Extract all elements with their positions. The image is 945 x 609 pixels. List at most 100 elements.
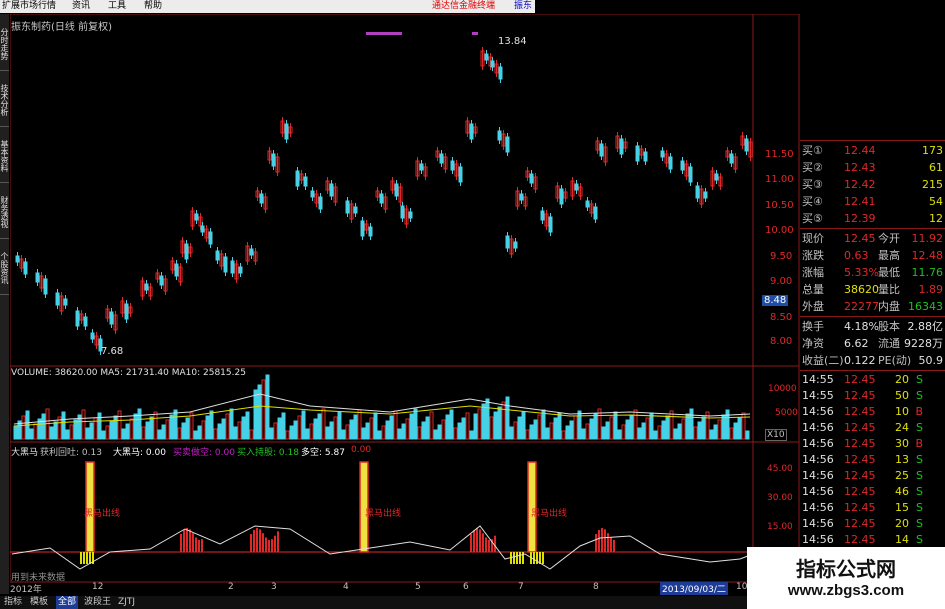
indicator-red-bar [268, 539, 270, 552]
stat-label-2: 今开 [878, 232, 900, 245]
volume-bar [29, 428, 34, 440]
ind-tick-45: 45.00 [767, 464, 793, 474]
buy-level-label: 买④ [802, 195, 823, 208]
indicator-yellow-bar [533, 552, 535, 564]
tab-financial[interactable]: 财务透视 [0, 186, 9, 239]
volume-bar [21, 415, 26, 440]
tab-intraday[interactable]: 分时走势 [0, 18, 9, 71]
indicator-red-bar [470, 534, 472, 552]
volume-bar [477, 408, 482, 440]
volume-bar [573, 415, 578, 440]
volume-bar [277, 417, 282, 440]
volume-bar [473, 413, 478, 440]
candle-body [450, 160, 455, 171]
indicator-red-bar [259, 529, 261, 552]
tick-volume: 15 [895, 501, 909, 514]
tab-indicator[interactable]: 指标 [4, 596, 22, 609]
indicator-yellow-bar [519, 552, 521, 564]
menu-item-market[interactable]: 扩展市场行情 [2, 0, 56, 13]
date-label-7: 7 [518, 582, 524, 592]
tab-basic-info[interactable]: 基本资料 [0, 130, 9, 183]
volume-bar [357, 409, 362, 440]
volume-bar [89, 422, 94, 440]
volume-bar [453, 427, 458, 440]
volume-bar [113, 415, 118, 440]
volume-bar [141, 426, 146, 440]
buy-level-volume: 173 [922, 144, 943, 157]
chart-area[interactable]: 振东制药(日线 前复权) 13.84 7.68 8.48 11.50 11.00… [9, 13, 800, 596]
volume-bar [229, 408, 234, 440]
indicator-red-bar [256, 528, 258, 552]
volume-bar [537, 414, 542, 440]
signal-label-3: 黑马出线 [531, 509, 568, 519]
stat-value: 5.33% [844, 266, 879, 279]
indicator-red-bar [192, 533, 194, 552]
volume-bar [65, 429, 70, 440]
indicator-red-bar [180, 534, 182, 552]
buy-level-row: 买② 12.43 61 [800, 159, 945, 176]
volume-bar [161, 424, 166, 440]
candle-body [109, 311, 114, 325]
volume-bar [341, 429, 346, 440]
ad-stock-name[interactable]: 振东 [514, 0, 532, 13]
left-tab-strip: 分时走势 技术分析 基本资料 财务透视 个股资讯 [0, 14, 9, 594]
tab-technical[interactable]: 技术分析 [0, 74, 9, 127]
indicator-red-bar [485, 537, 487, 552]
volume-bar [645, 417, 650, 440]
indicator-red-bar [277, 531, 279, 552]
panel-divider [800, 228, 945, 229]
volume-bar [85, 427, 90, 440]
candle-body [419, 163, 424, 171]
volume-bar [361, 427, 366, 440]
volume-bar [297, 415, 302, 440]
current-price-tag: 8.48 [762, 295, 789, 306]
volume-bar [285, 430, 290, 440]
tab-all[interactable]: 全部 [56, 596, 79, 609]
tick-side: S [916, 421, 923, 434]
volume-bar [377, 430, 382, 440]
panel-divider [800, 370, 945, 371]
volume-bar [457, 422, 462, 440]
volume-bar [321, 408, 326, 440]
volume-bar [61, 411, 66, 440]
candle-body [559, 188, 564, 205]
indicator-red-bar [610, 537, 612, 552]
candle-body [695, 185, 700, 199]
ad-banner-text[interactable]: 通达信金融终端 [432, 0, 495, 13]
fundamental-row: 换手 4.18% 股本 2.88亿 [800, 318, 945, 335]
menu-item-news[interactable]: 资讯 [72, 0, 90, 13]
candle-body [505, 136, 510, 153]
stat-value: 0.63 [844, 249, 869, 262]
indicator-red-bar [607, 533, 609, 552]
volume-bar [541, 409, 546, 440]
watermark-url: www.zbgs3.com [787, 582, 905, 599]
volume-bar [613, 411, 618, 440]
tick-volume: 24 [895, 421, 909, 434]
volume-bar [633, 409, 638, 440]
volume-bar [185, 417, 190, 440]
tab-stock-news[interactable]: 个股资讯 [0, 242, 9, 295]
candle-body [599, 143, 604, 157]
stat-label-2: 最高 [878, 249, 900, 262]
y-tick-1100: 11.00 [765, 174, 794, 185]
volume-bar [637, 427, 642, 440]
stat-value-2: 1.89 [918, 283, 944, 296]
tick-row: 14:56 12.45 13 S [800, 452, 945, 468]
buy-level-price: 12.42 [844, 178, 876, 191]
volume-bar [449, 409, 454, 440]
volume-bar [193, 430, 198, 440]
tab-zjtj[interactable]: ZJTJ [118, 596, 135, 609]
tab-template[interactable]: 模板 [30, 596, 48, 609]
volume-bar [13, 425, 18, 440]
candle-body [729, 153, 734, 164]
indicator-red-bar [598, 529, 600, 552]
volume-bar [589, 418, 594, 440]
tick-price: 12.45 [844, 485, 876, 498]
menu-item-help[interactable]: 帮助 [144, 0, 162, 13]
candle-body [635, 145, 640, 162]
candle-body [249, 248, 254, 256]
kline-chart-svg[interactable] [9, 13, 800, 596]
volume-bar [673, 428, 678, 440]
menu-item-tools[interactable]: 工具 [108, 0, 126, 13]
tab-wave-king[interactable]: 波段王 [84, 596, 111, 609]
